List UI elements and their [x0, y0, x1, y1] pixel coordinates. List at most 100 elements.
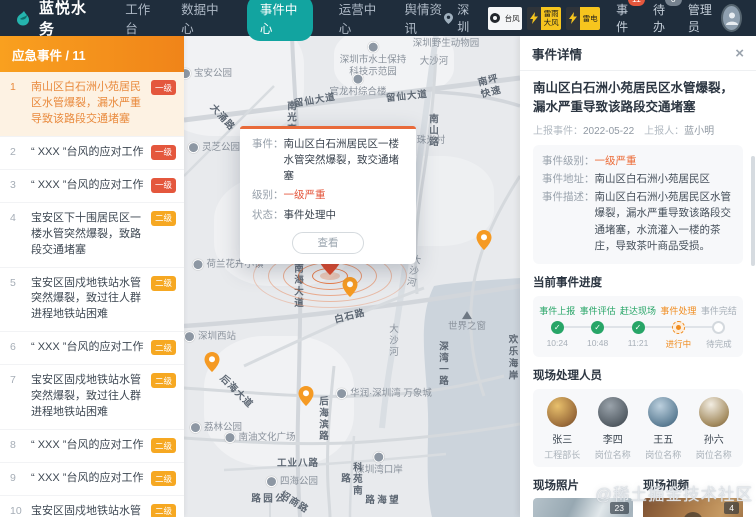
personnel-card-3[interactable]: 王五 岗位名称	[638, 397, 689, 461]
personnel-name: 王五	[653, 435, 674, 447]
event-list-item-2[interactable]: 2 “ XXX ”台风的应对工作 一级	[0, 137, 184, 170]
map-canvas[interactable]: 深圳野生动物园 深圳市水土保持 科技示范园 大沙河 官龙村综合楼 宝安公园 留仙大道 留仙大…	[184, 36, 520, 517]
weather-badge-1[interactable]: 台风	[488, 6, 523, 30]
personnel-name: 张三	[552, 435, 573, 447]
event-item-number: 6	[10, 341, 16, 354]
timeline-step-time: 进行中	[665, 339, 692, 350]
event-item-title: 宝安区固戍地铁站水管突然爆裂，致过往人群进程地铁站困难	[31, 276, 141, 321]
event-list-item-7[interactable]: 7 宝安区固戍地铁站水管突然爆裂，致过往人群进程地铁站困难 二级	[0, 365, 184, 431]
nav-shortcut-1[interactable]: 事件11	[616, 0, 645, 35]
reporter-value: 蓝小明	[684, 125, 715, 137]
info-row-label: 事件地址：	[542, 172, 595, 185]
info-row-value: 南山区白石洲小苑居民区	[594, 172, 711, 185]
event-item-title: “ XXX ”台风的应对工作	[31, 439, 144, 452]
nav-item-3[interactable]: 事件中心	[246, 0, 313, 41]
timeline-step-time: 10:24	[546, 338, 568, 349]
detail-body: 南山区白石洲小苑居民区水管爆裂，漏水严重导致该路段交通堵塞 上报事件：2022-…	[520, 71, 756, 517]
shortcut-count-badge: 0	[664, 0, 682, 6]
personnel-name: 孙六	[703, 435, 724, 447]
app-root: 蓝悦水务 工作台数据中心事件中心运营中心舆情资讯 深圳 台风 雷雨大风 雷电 事件1…	[0, 0, 756, 517]
timeline-step-4: 事件处理 进行中	[658, 304, 698, 350]
city-selector[interactable]: 深圳	[444, 1, 472, 35]
event-list: 1 南山区白石洲小苑居民区水管爆裂，漏水严重导致该路段交通堵塞 一级 2 “ XXX ”…	[0, 72, 184, 517]
timeline-steps: 事件上报 ✓ 10:24 事件评估 ✓ 10:48 赶达现场 ✓ 11:21 事件处理 进行中 事件完…	[537, 304, 739, 350]
weather-badge-2[interactable]: 雷雨大风	[527, 6, 562, 30]
nav-item-2[interactable]: 数据中心	[181, 0, 221, 41]
info-row: 事件级别： 一级严重	[542, 153, 734, 169]
map-event-pin-4[interactable]	[298, 386, 314, 411]
event-list-item-5[interactable]: 5 宝安区固戍地铁站水管突然爆裂，致过往人群进程地铁站困难 二级	[0, 268, 184, 333]
popup-row: 状态： 事件处理中	[252, 208, 404, 224]
weather-badge-text: 台风	[504, 13, 520, 23]
media-section: 现场照片 23 现场视频 4	[533, 477, 743, 517]
event-item-number: 10	[10, 504, 22, 517]
weather-badge-3[interactable]: 雷电	[566, 6, 601, 30]
detail-header: 事件详情 ×	[520, 36, 756, 71]
photo-count-badge: 23	[609, 502, 629, 515]
personnel-card-1[interactable]: 张三 工程部长	[537, 397, 588, 461]
scene-photo-thumbnail[interactable]: 23	[533, 498, 633, 517]
event-list-item-8[interactable]: 8 “ XXX ”台风的应对工作 二级	[0, 430, 184, 463]
personnel-card-4[interactable]: 孙六 岗位名称	[689, 397, 740, 461]
event-item-number: 3	[10, 178, 16, 191]
timeline-step-time: 11:21	[627, 338, 649, 349]
event-list-item-4[interactable]: 4 宝安区下十围居民区一楼水管突然爆裂，致路段交通堵塞 二级	[0, 203, 184, 268]
event-sidebar: 应急事件 / 11 1 南山区白石洲小苑居民区水管爆裂，漏水严重导致该路段交通堵塞…	[0, 36, 184, 517]
personnel-avatar	[597, 397, 628, 428]
popup-view-button[interactable]: 查看	[292, 231, 364, 254]
brand[interactable]: 蓝悦水务	[14, 0, 91, 39]
map-event-pin-3[interactable]	[204, 352, 220, 377]
event-level-badge: 二级	[150, 503, 176, 517]
scrollbar[interactable]	[751, 156, 755, 266]
event-item-title: “ XXX ”台风的应对工作	[31, 472, 144, 484]
timeline-step-label: 事件处理	[660, 306, 697, 317]
personnel-name: 李四	[602, 435, 623, 447]
event-level-badge: 一级	[150, 177, 176, 193]
timeline-step-label: 事件完结	[700, 306, 737, 317]
detail-header-title: 事件详情	[532, 47, 583, 62]
personnel-avatar	[648, 397, 679, 428]
event-item-title: 宝安区固戍地铁站水管突然爆裂，致过往人群进程地铁站困难	[31, 504, 141, 517]
event-info-box: 事件级别： 一级严重 事件地址： 南山区白石洲小苑居民区事件描述： 南山区白石洲小苑居民…	[533, 144, 743, 265]
event-list-item-1[interactable]: 1 南山区白石洲小苑居民区水管爆裂，漏水严重导致该路段交通堵塞 一级	[0, 72, 184, 137]
event-list-item-10[interactable]: 10 宝安区固戍地铁站水管突然爆裂，致过往人群进程地铁站困难二级	[0, 496, 184, 517]
event-detail-panel: 事件详情 × 南山区白石洲小苑居民区水管爆裂，漏水严重导致该路段交通堵塞 上报事…	[520, 36, 756, 517]
info-row-value: 南山区白石洲小苑居民区水管爆裂，漏水严重导致该路段交通堵塞，水流灌入一楼的茶庄，…	[594, 191, 732, 252]
popup-row-value: 一级严重	[283, 189, 326, 202]
city-label: 深圳	[457, 3, 470, 34]
event-list-item-3[interactable]: 3 “ XXX ”台风的应对工作 一级	[0, 170, 184, 203]
nav-item-5[interactable]: 舆情资讯	[404, 0, 444, 41]
map-event-pin-2[interactable]	[342, 277, 358, 302]
personnel-role: 岗位名称	[695, 450, 732, 461]
event-level-badge: 二级	[150, 275, 176, 291]
lightning-icon	[566, 6, 581, 30]
brand-name: 蓝悦水务	[39, 0, 88, 38]
nav-item-1[interactable]: 工作台	[125, 0, 155, 41]
event-item-number: 5	[10, 276, 16, 289]
nav-item-4[interactable]: 运营中心	[339, 0, 379, 41]
event-item-number: 4	[10, 211, 16, 224]
user-menu[interactable]: 管理员	[688, 1, 742, 35]
timeline-step-time: 待完成	[706, 339, 732, 350]
personnel-card-2[interactable]: 李四 岗位名称	[588, 397, 639, 461]
scene-video-thumbnail[interactable]: 4	[643, 498, 743, 517]
nav-shortcut-2[interactable]: 待办0	[653, 0, 682, 35]
navbar-right: 深圳 台风 雷雨大风 雷电 事件11 待办0 管理员	[444, 0, 742, 35]
play-icon	[683, 512, 703, 517]
event-list-item-9[interactable]: 9 “ XXX ”台风的应对工作 二级	[0, 463, 184, 496]
shortcut-count-badge: 11	[627, 0, 645, 6]
user-avatar	[721, 4, 742, 32]
close-icon[interactable]: ×	[735, 46, 744, 61]
info-row-label: 事件描述：	[542, 191, 595, 204]
event-list-item-6[interactable]: 6 “ XXX ”台风的应对工作 二级	[0, 332, 184, 366]
personnel-avatar	[698, 397, 729, 428]
event-item-number: 9	[10, 472, 16, 484]
report-time-label: 上报事件：	[533, 125, 583, 137]
timeline-step-3: 赶达现场 ✓ 11:21	[618, 304, 658, 350]
timeline-step-icon: ✓	[631, 321, 645, 335]
map-event-pin-1[interactable]	[476, 230, 492, 255]
event-level-badge: 二级	[150, 210, 176, 226]
event-item-title: 宝安区下十围居民区一楼水管突然爆裂，致路段交通堵塞	[31, 211, 141, 256]
sidebar-header: 应急事件 / 11	[0, 36, 184, 72]
weather-warning-badges: 台风 雷雨大风 雷电	[488, 6, 601, 30]
